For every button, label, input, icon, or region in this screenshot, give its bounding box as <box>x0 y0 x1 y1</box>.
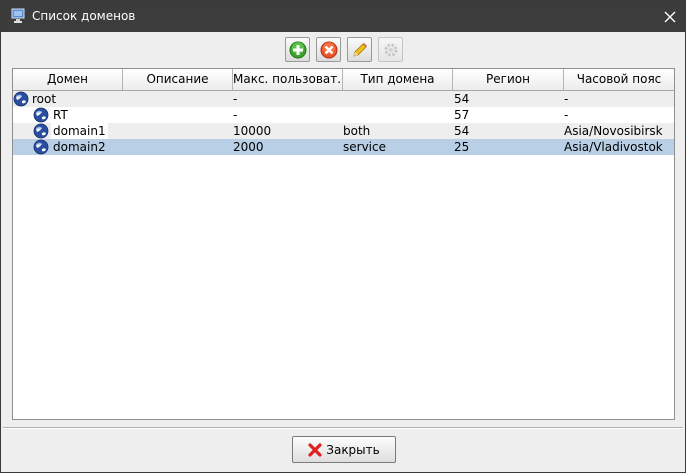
domain-name: RT <box>53 108 68 122</box>
max-users-value: 2000 <box>233 140 264 154</box>
table-header: Домен Описание Макс. пользоват... Тип до… <box>13 69 674 91</box>
title-bar[interactable]: Список доменов <box>1 1 685 32</box>
domain-type-value: both <box>343 124 371 138</box>
table-row[interactable]: RT - 57 - <box>13 107 674 123</box>
domain-name: domain2 <box>53 140 106 154</box>
column-header-region[interactable]: Регион <box>453 69 564 90</box>
timezone-value: - <box>564 92 569 106</box>
max-users-value: - <box>233 92 238 106</box>
app-monitor-icon <box>11 8 25 23</box>
settings-button[interactable] <box>378 37 403 62</box>
region-value: 54 <box>454 124 470 138</box>
footer-divider-highlight <box>3 428 683 429</box>
window-title: Список доменов <box>32 9 136 23</box>
close-dialog-button[interactable]: Закрыть <box>292 436 396 463</box>
column-header-description[interactable]: Описание <box>123 69 233 90</box>
delete-domain-button[interactable] <box>316 37 341 62</box>
add-domain-button[interactable] <box>285 37 310 62</box>
gear-icon <box>384 43 397 56</box>
column-header-domain[interactable]: Домен <box>13 69 123 90</box>
domain-globe-icon <box>13 91 29 107</box>
red-x-icon <box>308 442 322 457</box>
max-users-value: 10000 <box>233 124 272 138</box>
table-row-selected[interactable]: domain2 2000 service 25 Asia/Vladivostok <box>13 139 674 155</box>
window-close-button[interactable] <box>655 1 685 32</box>
plus-circle-icon <box>289 41 306 58</box>
domain-type-value: service <box>343 140 386 154</box>
domain-list-dialog: Список доменов Домен Описание Макс. поль… <box>0 0 686 473</box>
table-row[interactable]: root - 54 - <box>13 91 674 107</box>
column-header-max-users[interactable]: Макс. пользоват... <box>233 69 343 90</box>
domain-table: Домен Описание Макс. пользоват... Тип до… <box>12 68 675 420</box>
domain-globe-icon <box>33 123 49 139</box>
column-header-domain-type[interactable]: Тип домена <box>343 69 453 90</box>
domain-globe-icon <box>33 139 49 155</box>
timezone-value: Asia/Vladivostok <box>564 140 663 154</box>
x-circle-icon <box>320 41 337 58</box>
region-value: 57 <box>454 108 470 122</box>
domain-name: domain1 <box>51 123 108 139</box>
timezone-value: Asia/Novosibirsk <box>564 124 663 138</box>
close-button-label: Закрыть <box>326 442 380 457</box>
table-row[interactable]: domain1 10000 both 54 Asia/Novosibirsk <box>13 123 674 139</box>
domain-globe-icon <box>33 107 49 123</box>
region-value: 54 <box>454 92 470 106</box>
timezone-value: - <box>564 108 569 122</box>
max-users-value: - <box>233 108 238 122</box>
region-value: 25 <box>454 140 470 154</box>
domain-name: root <box>32 92 57 106</box>
pencil-icon <box>352 42 367 57</box>
column-header-timezone[interactable]: Часовой пояс <box>564 69 674 90</box>
close-icon <box>664 11 676 22</box>
edit-domain-button[interactable] <box>347 37 372 62</box>
